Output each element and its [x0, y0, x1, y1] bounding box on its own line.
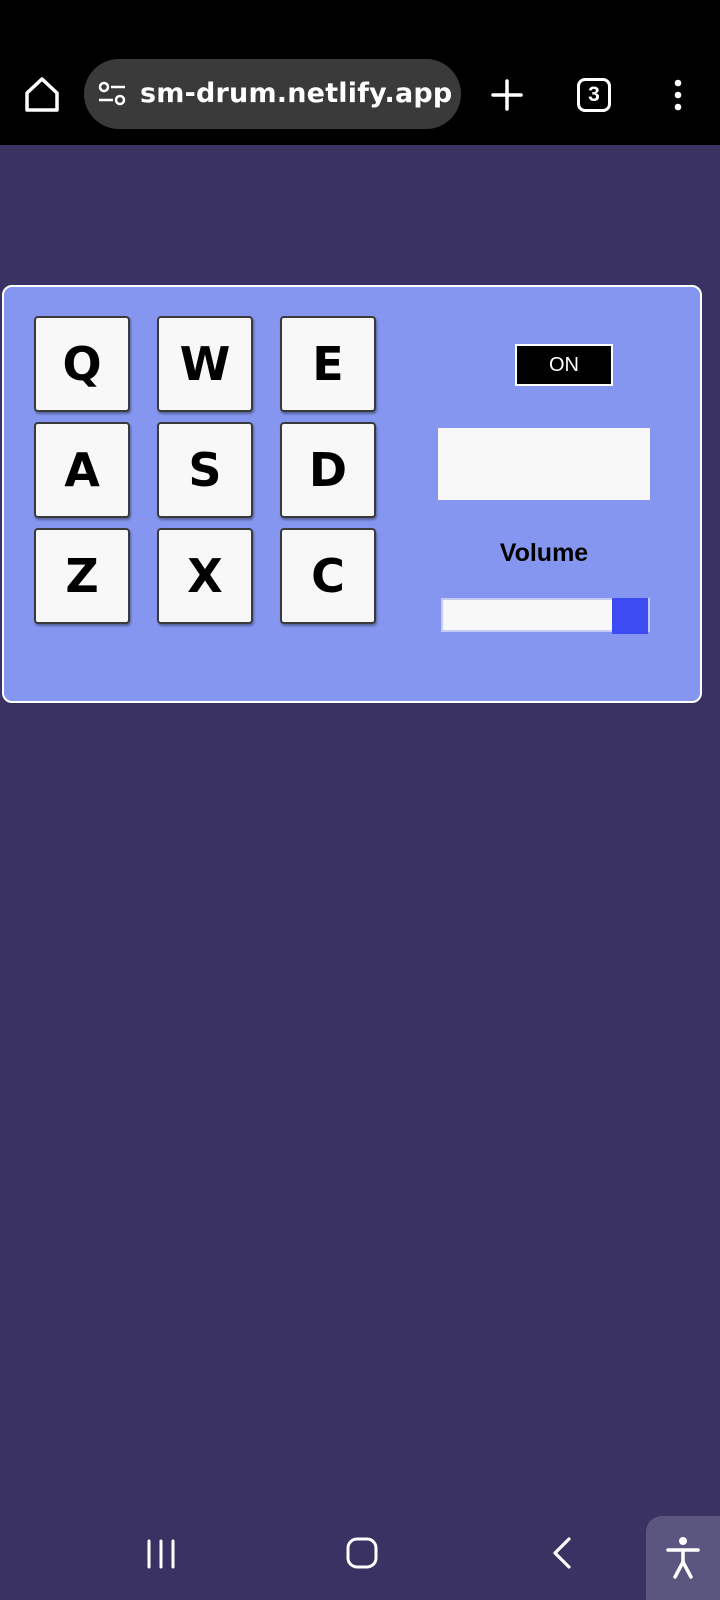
- address-bar[interactable]: sm-drum.netlify.app: [84, 59, 461, 129]
- drum-pad-s[interactable]: S: [157, 422, 253, 518]
- browser-toolbar: sm-drum.netlify.app 3: [0, 0, 720, 145]
- drum-pad-w[interactable]: W: [157, 316, 253, 412]
- back-icon[interactable]: [550, 1536, 574, 1570]
- drum-pad-q[interactable]: Q: [34, 316, 130, 412]
- drum-pad-d[interactable]: D: [280, 422, 376, 518]
- volume-label: Volume: [499, 539, 589, 567]
- system-navigation-bar: [0, 1510, 720, 1600]
- plus-icon[interactable]: [490, 78, 524, 112]
- url-text: sm-drum.netlify.app: [140, 78, 453, 109]
- drum-pad-z[interactable]: Z: [34, 528, 130, 624]
- drum-pad-e[interactable]: E: [280, 316, 376, 412]
- volume-slider[interactable]: [441, 598, 650, 634]
- volume-slider-thumb[interactable]: [612, 598, 648, 634]
- drum-pad-x[interactable]: X: [157, 528, 253, 624]
- more-vertical-icon[interactable]: [666, 78, 690, 112]
- recents-icon[interactable]: [146, 1537, 176, 1571]
- tabs-icon[interactable]: 3: [577, 78, 611, 112]
- drum-pad-a[interactable]: A: [34, 422, 130, 518]
- sound-display: [438, 428, 650, 500]
- home-outline-icon[interactable]: [345, 1536, 379, 1570]
- home-icon[interactable]: [22, 74, 62, 114]
- drum-machine: Q W E A S D Z X C ON Volume: [2, 285, 702, 703]
- drum-pad-c[interactable]: C: [280, 528, 376, 624]
- accessibility-icon[interactable]: [646, 1516, 720, 1600]
- tune-icon[interactable]: [98, 81, 126, 107]
- power-toggle-button[interactable]: ON: [515, 344, 613, 386]
